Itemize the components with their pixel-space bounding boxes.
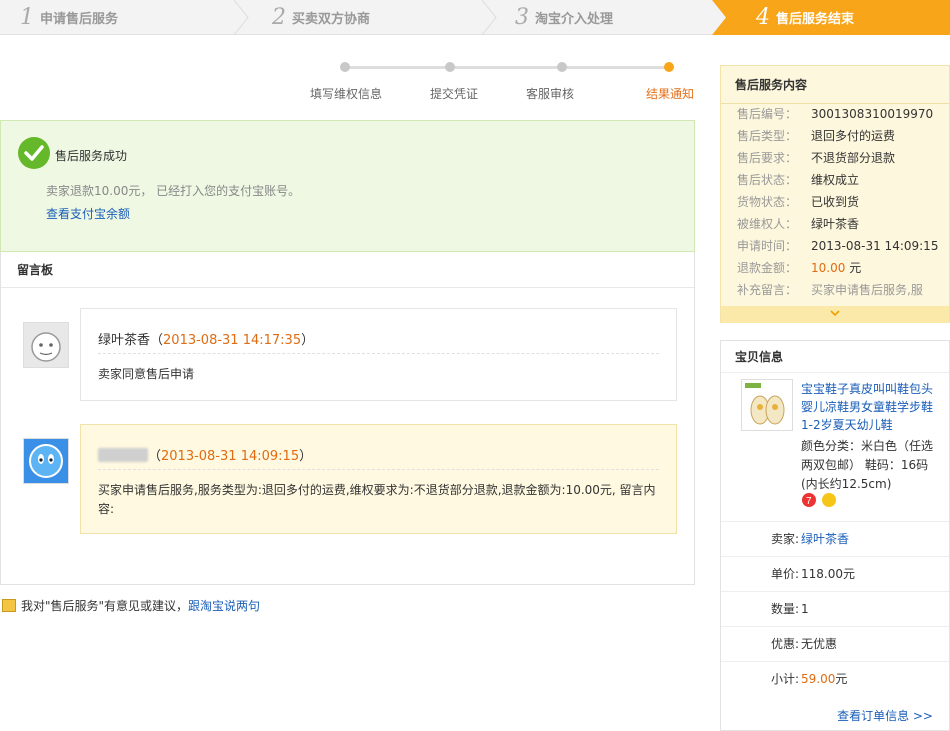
checkmark-icon (18, 137, 50, 169)
service-row: 货物状态： 已收到货 (737, 195, 860, 209)
progress-label: 客服审核 (526, 87, 575, 101)
product-row-seller: 卖家: 绿叶茶香 (721, 521, 949, 556)
product-info-panel: 宝贝信息 宝宝鞋子真皮叫叫鞋包头婴儿凉鞋男女童鞋学步鞋1-2岁夏天幼儿鞋 颜色分… (720, 340, 950, 731)
service-row: 退款金额： 10.00 元 (737, 261, 862, 275)
progress-node (445, 62, 455, 72)
progress-line (344, 66, 670, 69)
progress-node (340, 62, 350, 72)
service-row: 售后编号： 3001308310019970 (737, 107, 934, 121)
seller-link[interactable]: 绿叶茶香 (801, 522, 849, 557)
success-panel: 售后服务成功 卖家退款10.00元， 已经打入您的支付宝账号。 查看支付宝余额 (0, 120, 695, 252)
progress-label: 填写维权信息 (310, 87, 383, 101)
buyer-avatar (23, 438, 69, 484)
view-order-link[interactable]: 查看订单信息 >> (837, 707, 933, 724)
step-3: 3 淘宝介入处理 (515, 5, 614, 30)
progress-label-active: 结果通知 (646, 87, 695, 101)
step-1: 1 申请售后服务 (20, 5, 119, 30)
seller-avatar (23, 322, 69, 368)
product-thumbnail[interactable] (741, 379, 793, 431)
product-badges: 7 (801, 491, 841, 512)
chevron-down-icon (830, 310, 840, 317)
product-title-link[interactable]: 宝宝鞋子真皮叫叫鞋包头婴儿凉鞋男女童鞋学步鞋1-2岁夏天幼儿鞋 (801, 380, 941, 434)
step-bar: 1 申请售后服务 2 买卖双方协商 3 淘宝介入处理 4 售后服务结束 (0, 0, 950, 35)
progress-node (557, 62, 567, 72)
svg-text:7: 7 (806, 496, 812, 507)
board-title: 留言板 (1, 252, 694, 288)
guarantee-icon (822, 493, 836, 507)
service-row: 被维权人： 绿叶茶香 (737, 217, 860, 231)
message-body: 买家申请售后服务,服务类型为:退回多付的运费,维权要求为:不退货部分退款,退款金… (98, 483, 656, 516)
product-info-title: 宝贝信息 (721, 341, 949, 373)
message-time: 2013-08-31 14:17:35 (163, 333, 302, 348)
message-author-redacted (98, 448, 148, 462)
product-row-quantity: 数量: 1 (721, 591, 949, 626)
step-4-current: 4 售后服务结束 (726, 0, 950, 35)
service-info-panel: 售后服务内容 售后编号： 3001308310019970 售后类型： 退回多付的运… (720, 65, 950, 323)
feedback-link[interactable]: 跟淘宝说两句 (188, 599, 260, 613)
step-separator (233, 0, 249, 35)
service-info-title: 售后服务内容 (721, 66, 949, 104)
message-board: 留言板 绿叶茶香（2013-08-31 14:17:35） 卖家同意售后申请 （… (0, 252, 695, 585)
product-row-price: 单价: 118.00元 (721, 556, 949, 591)
success-title: 售后服务成功 (55, 149, 128, 163)
product-row-discount: 优惠: 无优惠 (721, 626, 949, 661)
service-row: 补充留言： 买家申请售后服务,服 (737, 283, 923, 297)
progress-node-active (664, 62, 674, 72)
message-body: 卖家同意售后申请 (98, 367, 195, 381)
step-separator (481, 0, 497, 35)
service-row: 售后状态： 维权成立 (737, 173, 860, 187)
progress-label: 提交凭证 (430, 87, 479, 101)
product-row-subtotal: 小计: 59.00元 (721, 661, 949, 696)
service-row: 申请时间： 2013-08-31 14:09:15 (737, 239, 939, 253)
product-spec: 颜色分类：米白色（任选两双包邮） 鞋码：16码(内长约12.5cm) (801, 439, 934, 491)
message-author: 绿叶茶香 (98, 333, 151, 348)
view-alipay-balance-link[interactable]: 查看支付宝余额 (46, 205, 130, 222)
message-item: 绿叶茶香（2013-08-31 14:17:35） 卖家同意售后申请 (80, 308, 677, 401)
success-description: 卖家退款10.00元， 已经打入您的支付宝账号。 (46, 184, 301, 198)
feedback-line: 我对"售后服务"有意见或建议，跟淘宝说两句 (2, 597, 260, 614)
note-icon (2, 599, 16, 612)
seven-day-return-icon: 7 (802, 493, 816, 507)
message-item: （2013-08-31 14:09:15） 买家申请售后服务,服务类型为:退回多… (80, 424, 677, 534)
expand-toggle[interactable] (721, 306, 949, 323)
progress-tracker: 填写维权信息 提交凭证 客服审核 结果通知 (300, 55, 700, 105)
step-2: 2 买卖双方协商 (272, 5, 371, 30)
message-time: 2013-08-31 14:09:15 (161, 449, 300, 464)
service-row: 售后要求： 不退货部分退款 (737, 151, 896, 165)
service-row: 售后类型： 退回多付的运费 (737, 129, 896, 143)
